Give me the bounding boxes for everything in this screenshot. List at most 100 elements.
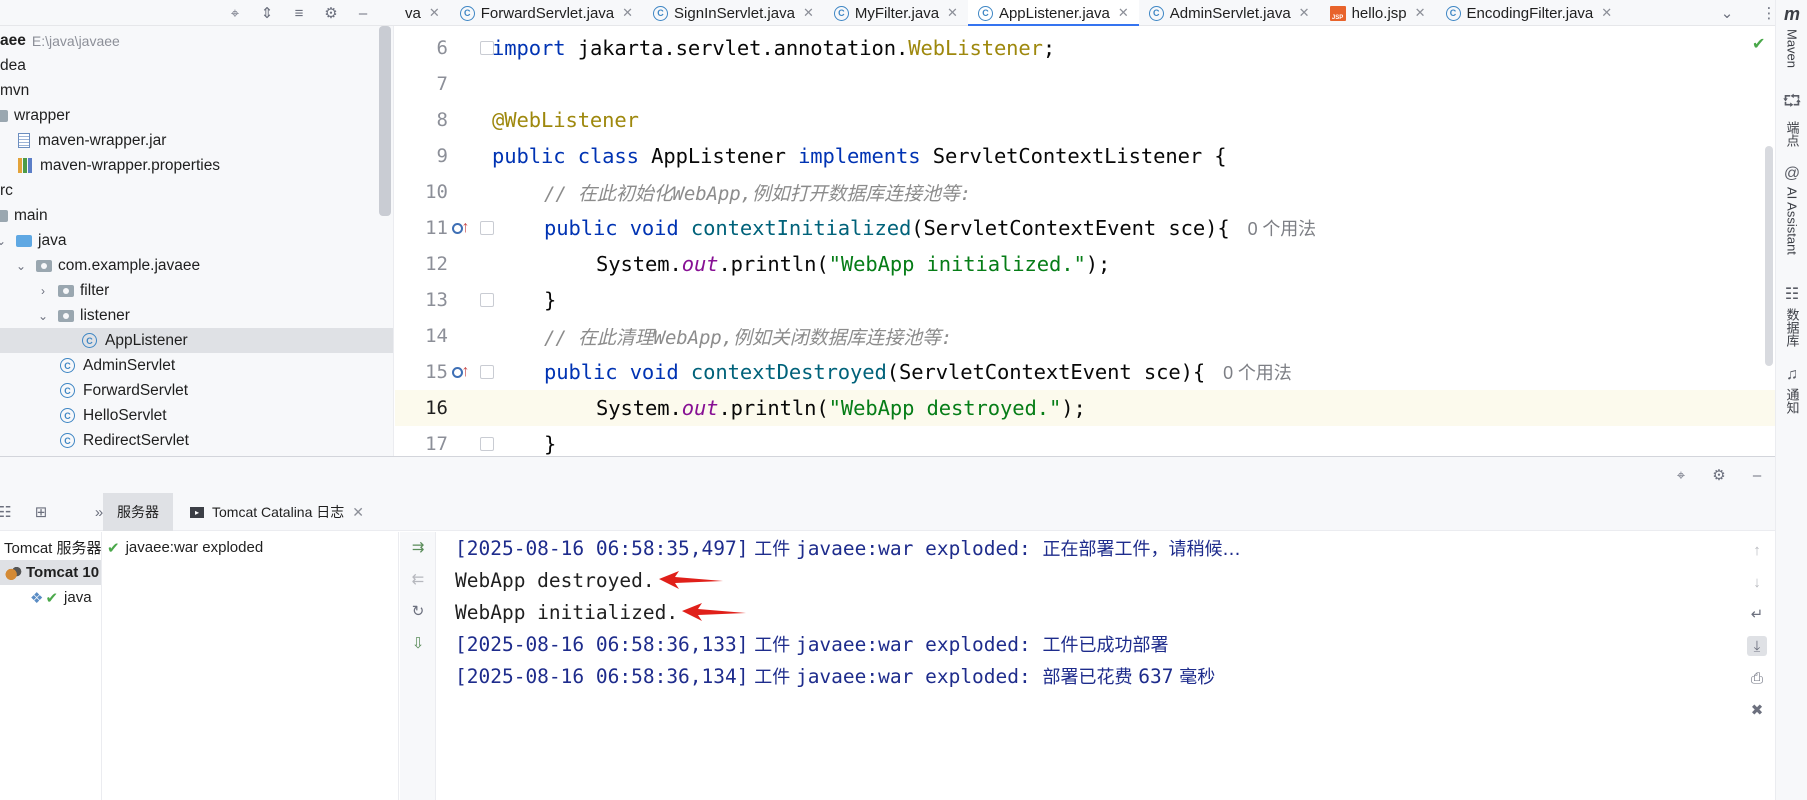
close-icon[interactable]: ✕: [429, 5, 440, 21]
tree-item-adminservlet[interactable]: C AdminServlet: [0, 353, 393, 378]
minimize-icon[interactable]: –: [354, 4, 372, 22]
tree-scrollbar[interactable]: [379, 26, 391, 216]
code-editor[interactable]: 6 import jakarta.servlet.annotation.WebL…: [395, 26, 1775, 456]
no-problems-check-icon[interactable]: ✔: [1752, 34, 1765, 54]
tree-item-maven-wrapper-jar[interactable]: maven-wrapper.jar: [0, 128, 393, 153]
tree-item-filter[interactable]: › filter: [0, 278, 393, 303]
tab-applistener[interactable]: C AppListener.java ✕: [967, 0, 1139, 27]
scroll-to-end-icon[interactable]: ⤓: [1747, 636, 1767, 656]
tree-item-mvn[interactable]: mvn: [0, 78, 393, 103]
tree-item-java[interactable]: ⌄ java: [0, 228, 393, 253]
tomcat-icon: [4, 565, 22, 580]
tab-partial[interactable]: va ✕: [395, 0, 450, 26]
tree-item-listener[interactable]: ⌄ listener: [0, 303, 393, 328]
fold-marker-icon[interactable]: [480, 221, 494, 235]
update-running-app-icon[interactable]: ⇩: [409, 634, 427, 652]
tree-item-src[interactable]: rc: [0, 178, 393, 203]
folder-icon: [0, 209, 8, 222]
tree-root[interactable]: aee E:\java\javaee: [0, 28, 393, 53]
usage-hint[interactable]: 0 个用法: [1223, 363, 1292, 383]
chevron-right-icon[interactable]: ›: [36, 284, 50, 298]
log-text: javaee:war exploded:: [795, 536, 1043, 560]
check-icon: ✔: [45, 589, 59, 607]
service-artifact[interactable]: ❖ ✔ java: [0, 585, 101, 610]
arrow-up-icon[interactable]: ↑: [1747, 540, 1767, 560]
tree-item-wrapper[interactable]: wrapper: [0, 103, 393, 128]
database-tool-button[interactable]: ☷ 数据库: [1776, 284, 1807, 347]
tree-item-helloservlet[interactable]: C HelloServlet: [0, 403, 393, 428]
tab-signinservlet[interactable]: C SignInServlet.java ✕: [643, 0, 824, 26]
console-line: [2025-08-16 06:58:36,134] 工件 javaee:war …: [455, 660, 1215, 692]
editor-scrollbar[interactable]: [1765, 146, 1773, 366]
close-icon[interactable]: ✕: [622, 5, 633, 21]
jsp-file-icon: JSP: [1329, 5, 1346, 21]
soft-wrap-icon[interactable]: ↵: [1747, 604, 1767, 624]
timestamp: [2025-08-16 06:58:35,497]: [455, 536, 749, 560]
close-icon[interactable]: ✕: [352, 504, 364, 521]
notifications-tool-button[interactable]: ♫ 通知: [1776, 366, 1807, 414]
minimize-icon[interactable]: –: [1748, 466, 1766, 484]
tree-item-forwardservlet[interactable]: C ForwardServlet: [0, 378, 393, 403]
tab-adminservlet[interactable]: C AdminServlet.java ✕: [1139, 0, 1320, 26]
collapse-all-icon[interactable]: ≡: [290, 4, 308, 22]
tab-encodingfilter[interactable]: C EncodingFilter.java ✕: [1436, 0, 1623, 26]
locate-icon[interactable]: ⌖: [226, 4, 244, 22]
fold-marker-icon[interactable]: [480, 293, 494, 307]
undeploy-icon[interactable]: ⇇: [409, 570, 427, 588]
service-tomcat-10[interactable]: Tomcat 10: [0, 560, 101, 585]
token: contextInitialized: [690, 216, 912, 240]
print-icon[interactable]: ⎙: [1747, 668, 1767, 688]
ai-assistant-tool-button[interactable]: @ AI Assistant: [1776, 165, 1807, 255]
usage-hint[interactable]: 0 个用法: [1248, 219, 1317, 239]
arrow-down-icon[interactable]: ↓: [1747, 572, 1767, 592]
locate-icon[interactable]: ⌖: [1672, 466, 1690, 484]
tab-hello-jsp[interactable]: JSP hello.jsp ✕: [1320, 0, 1436, 26]
console-output[interactable]: [2025-08-16 06:58:35,497] 工件 javaee:war …: [437, 532, 1737, 800]
line-number: 12: [425, 253, 448, 275]
tree-item-redirectservlet[interactable]: C RedirectServlet: [0, 428, 393, 453]
tab-servers[interactable]: 服务器: [103, 493, 173, 531]
tab-forwardservlet[interactable]: C ForwardServlet.java ✕: [450, 0, 643, 26]
deployment-item[interactable]: ✔ javaee:war exploded: [103, 535, 399, 560]
close-icon[interactable]: ✕: [1118, 5, 1129, 21]
tab-myfilter[interactable]: C MyFilter.java ✕: [824, 0, 968, 26]
chevron-down-icon[interactable]: ⌄: [36, 309, 50, 323]
group-services-icon[interactable]: ☷: [0, 503, 14, 521]
settings-icon[interactable]: ⚙: [1710, 466, 1728, 484]
close-icon[interactable]: ✕: [1299, 5, 1310, 21]
class-icon: C: [833, 5, 849, 21]
tree-item-label: mvn: [0, 81, 30, 99]
properties-file-icon: [18, 158, 32, 173]
refresh-icon[interactable]: ↻: [409, 602, 427, 620]
close-icon[interactable]: ✕: [1415, 5, 1426, 21]
code-text: import jakarta.servlet.annotation.WebLis…: [492, 36, 1055, 60]
chevron-down-icon[interactable]: ⌄: [1718, 4, 1736, 22]
tab-tomcat-catalina-log[interactable]: ▸ Tomcat Catalina 日志 ✕: [190, 493, 364, 531]
tab-label: hello.jsp: [1351, 4, 1407, 22]
implements-method-icon[interactable]: ↑: [451, 364, 470, 380]
tree-item-label: HelloServlet: [83, 406, 167, 424]
tree-item-main[interactable]: main: [0, 203, 393, 228]
chevron-down-icon[interactable]: ⌄: [0, 234, 8, 248]
service-tomcat-server[interactable]: Tomcat 服务器: [0, 535, 101, 560]
close-icon[interactable]: ✕: [803, 5, 814, 21]
deploy-icon[interactable]: ⇉: [409, 538, 427, 556]
settings-icon[interactable]: ⚙: [322, 4, 340, 22]
tool-label: 端点: [1784, 121, 1800, 147]
add-service-icon[interactable]: ⊞: [32, 503, 50, 521]
tree-item-maven-wrapper-properties[interactable]: maven-wrapper.properties: [0, 153, 393, 178]
fold-marker-icon[interactable]: [480, 365, 494, 379]
endpoints-tool-button[interactable]: ⮔ 端点: [1776, 90, 1807, 147]
tree-item-package[interactable]: ⌄ com.example.javaee: [0, 253, 393, 278]
maven-tool-button[interactable]: m Maven: [1776, 4, 1807, 68]
trash-icon[interactable]: ✖: [1747, 700, 1767, 720]
tree-item-idea[interactable]: dea: [0, 53, 393, 78]
implements-method-icon[interactable]: ↑: [451, 220, 470, 236]
chevron-down-icon[interactable]: ⌄: [14, 259, 28, 273]
tree-item-applistener[interactable]: C AppListener: [0, 328, 393, 353]
expand-all-icon[interactable]: ⇕: [258, 4, 276, 22]
timestamp: [2025-08-16 06:58:36,134]: [455, 664, 749, 688]
close-icon[interactable]: ✕: [947, 5, 958, 21]
fold-marker-icon[interactable]: [480, 437, 494, 451]
close-icon[interactable]: ✕: [1601, 5, 1612, 21]
